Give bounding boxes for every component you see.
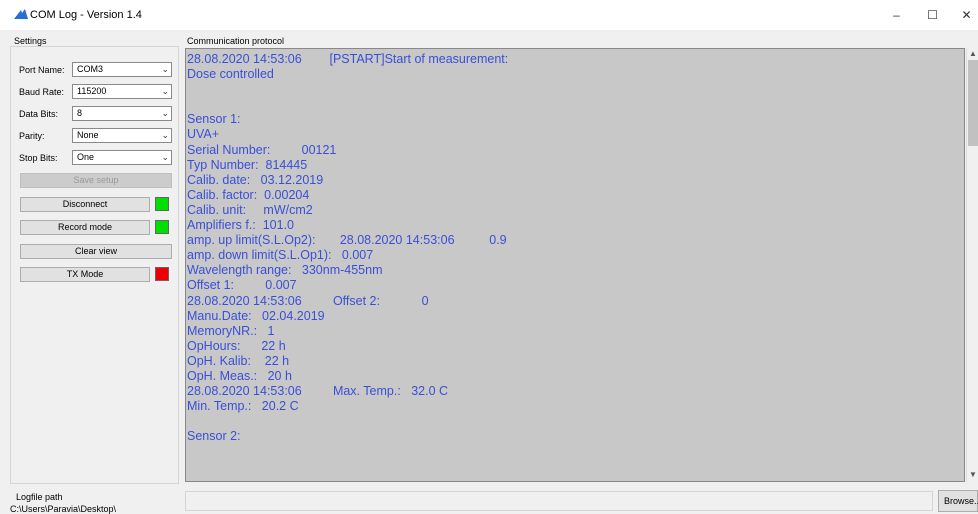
baud-rate-label: Baud Rate: bbox=[19, 87, 65, 97]
log-line: Calib. factor: 0.00204 bbox=[187, 187, 310, 202]
baud-rate-select[interactable]: 115200 ⌄ bbox=[72, 84, 172, 99]
log-line: 28.08.2020 14:53:06 [PSTART]Start of mea… bbox=[187, 52, 509, 66]
logfile-path-label: Logfile path bbox=[16, 492, 63, 502]
log-line: Sensor 1: bbox=[187, 112, 241, 127]
data-bits-label: Data Bits: bbox=[19, 109, 59, 119]
log-line: MemoryNR.: 1 bbox=[187, 323, 275, 338]
port-name-value: COM3 bbox=[77, 64, 104, 74]
title-bar: COM Log - Version 1.4 – ☐ ✕ bbox=[0, 0, 978, 30]
stop-bits-value: One bbox=[77, 152, 95, 162]
log-line: amp. up limit(S.L.Op2): 28.08.2020 14:53… bbox=[187, 233, 507, 248]
log-line: Serial Number: 00121 bbox=[187, 142, 337, 157]
log-line: Wavelength range: 330nm-455nm bbox=[187, 263, 383, 278]
log-line: OpH. Kalib: 22 h bbox=[187, 353, 290, 368]
data-bits-value: 8 bbox=[77, 108, 83, 118]
data-bits-select[interactable]: 8 ⌄ bbox=[72, 106, 172, 121]
log-line: Sensor 2: bbox=[187, 429, 241, 444]
scroll-thumb[interactable] bbox=[968, 60, 978, 146]
save-setup-button[interactable]: Save setup bbox=[20, 173, 172, 188]
app-icon bbox=[14, 9, 28, 19]
record-status-indicator bbox=[155, 220, 169, 234]
parity-label: Parity: bbox=[19, 131, 45, 141]
log-line: UVA+ bbox=[187, 127, 220, 142]
clear-view-button[interactable]: Clear view bbox=[20, 244, 172, 259]
scroll-down-icon[interactable]: ▼ bbox=[969, 470, 977, 479]
log-line: Amplifiers f.: 101.0 bbox=[187, 218, 294, 233]
log-line: Dose controlled bbox=[187, 67, 274, 82]
port-name-label: Port Name: bbox=[19, 65, 65, 75]
parity-select[interactable]: None ⌄ bbox=[72, 128, 172, 143]
chevron-down-icon: ⌄ bbox=[161, 108, 169, 118]
log-line: 28.08.2020 14:53:06 Max. Temp.: 32.0 C bbox=[187, 384, 449, 399]
close-button[interactable]: ✕ bbox=[950, 0, 978, 30]
log-line: Offset 1: 0.007 bbox=[187, 278, 297, 293]
log-line: OpH. Meas.: 20 h bbox=[187, 368, 292, 383]
record-mode-button[interactable]: Record mode bbox=[20, 220, 150, 235]
protocol-log-text: 28.08.2020 14:53:06 [PSTART]Start of mea… bbox=[187, 52, 508, 444]
tx-mode-button[interactable]: TX Mode bbox=[20, 267, 150, 282]
window-title: COM Log - Version 1.4 bbox=[30, 9, 142, 21]
log-line: Typ Number: 814445 bbox=[187, 157, 308, 172]
log-line: OpHours: 22 h bbox=[187, 338, 286, 353]
chevron-down-icon: ⌄ bbox=[161, 152, 169, 162]
chevron-down-icon: ⌄ bbox=[161, 86, 169, 96]
baud-rate-value: 115200 bbox=[77, 86, 107, 96]
log-scrollbar[interactable]: ▲ ▼ bbox=[966, 48, 978, 482]
protocol-log[interactable]: 28.08.2020 14:53:06 [PSTART]Start of mea… bbox=[185, 48, 965, 482]
stop-bits-label: Stop Bits: bbox=[19, 153, 58, 163]
connection-status-indicator bbox=[155, 197, 169, 211]
logfile-path-box bbox=[185, 491, 933, 511]
maximize-button[interactable]: ☐ bbox=[916, 0, 949, 30]
log-line: 28.08.2020 14:53:06 Offset 2: 0 bbox=[187, 293, 429, 308]
log-line: Calib. unit: mW/cm2 bbox=[187, 202, 313, 217]
logfile-path-value: C:\Users\Paravia\Desktop\ bbox=[10, 504, 117, 514]
disconnect-button[interactable]: Disconnect bbox=[20, 197, 150, 212]
settings-group-label: Settings bbox=[14, 36, 47, 46]
stop-bits-select[interactable]: One ⌄ bbox=[72, 150, 172, 165]
tx-status-indicator bbox=[155, 267, 169, 281]
log-line: Calib. date: 03.12.2019 bbox=[187, 172, 324, 187]
log-line: Manu.Date: 02.04.2019 bbox=[187, 308, 325, 323]
port-name-select[interactable]: COM3 ⌄ bbox=[72, 62, 172, 77]
browse-button[interactable]: Browse... bbox=[938, 490, 978, 512]
log-line: amp. down limit(S.L.Op1): 0.007 bbox=[187, 248, 374, 263]
protocol-group-label: Communication protocol bbox=[187, 36, 285, 46]
parity-value: None bbox=[77, 130, 99, 140]
chevron-down-icon: ⌄ bbox=[161, 130, 169, 140]
scroll-up-icon[interactable]: ▲ bbox=[969, 49, 977, 58]
chevron-down-icon: ⌄ bbox=[161, 64, 169, 74]
log-line: Min. Temp.: 20.2 C bbox=[187, 399, 299, 414]
minimize-button[interactable]: – bbox=[880, 0, 913, 30]
